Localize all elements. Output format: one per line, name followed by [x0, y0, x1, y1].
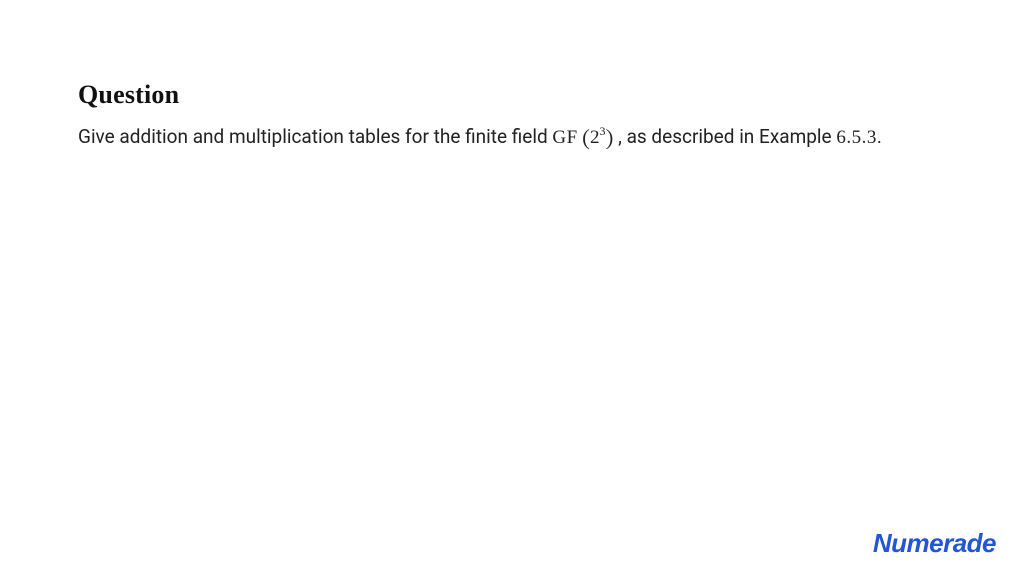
period: .	[877, 125, 882, 148]
logo-text: Numerade	[873, 528, 996, 559]
question-heading: Question	[78, 80, 946, 110]
base-2: 2	[590, 127, 600, 148]
math-expression: GF (23)	[552, 129, 613, 148]
numerade-logo: Numerade	[873, 527, 996, 558]
question-text-prefix: Give addition and multiplication tables …	[78, 125, 552, 148]
question-block: Question Give addition and multiplicatio…	[0, 0, 1024, 157]
question-text-suffix: as described in Example	[627, 125, 837, 148]
example-reference: 6.5.3	[836, 127, 877, 148]
comma: ,	[613, 125, 626, 148]
gf-symbol: GF	[552, 127, 577, 148]
paren-open: (	[582, 129, 590, 151]
question-text: Give addition and multiplication tables …	[78, 122, 946, 157]
